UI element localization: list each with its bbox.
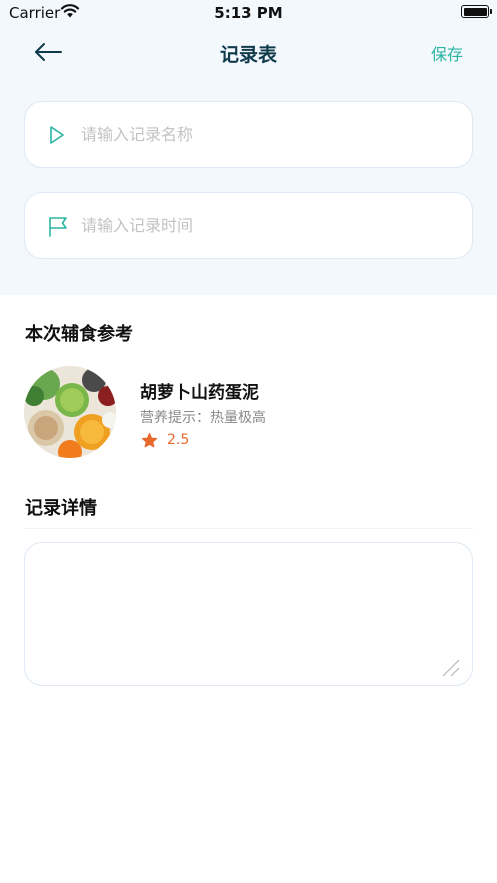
page-title: 记录表 (219, 44, 277, 66)
flag-icon (49, 217, 67, 237)
record-name-field[interactable] (24, 101, 473, 168)
status-bar: Carrier 5:13 PM (0, 0, 497, 26)
recipe-image (24, 366, 116, 458)
nutrition-hint: 营养提示：热量极高 (140, 410, 266, 426)
star-icon (141, 432, 158, 448)
save-button[interactable]: 保存 (431, 41, 463, 65)
reference-section-title: 本次辅食参考 (25, 324, 133, 345)
divider (24, 528, 473, 529)
details-section-title: 记录详情 (25, 498, 97, 519)
details-box[interactable] (24, 542, 473, 686)
recipe-name: 胡萝卜山药蛋泥 (140, 383, 259, 403)
record-time-input[interactable] (81, 193, 451, 258)
recipe-card[interactable]: 胡萝卜山药蛋泥 营养提示：热量极高 2.5 (24, 366, 473, 460)
battery-icon (461, 5, 492, 18)
back-button[interactable] (30, 38, 70, 66)
record-name-input[interactable] (81, 102, 451, 167)
nav-bar: 记录表 保存 (0, 30, 497, 74)
rating-value: 2.5 (167, 432, 190, 448)
clock: 5:13 PM (214, 4, 283, 22)
details-textarea[interactable] (39, 555, 459, 665)
record-time-field[interactable] (24, 192, 473, 259)
arrow-left-icon (35, 43, 62, 61)
play-icon (50, 126, 64, 144)
resize-handle-icon[interactable] (440, 657, 462, 679)
